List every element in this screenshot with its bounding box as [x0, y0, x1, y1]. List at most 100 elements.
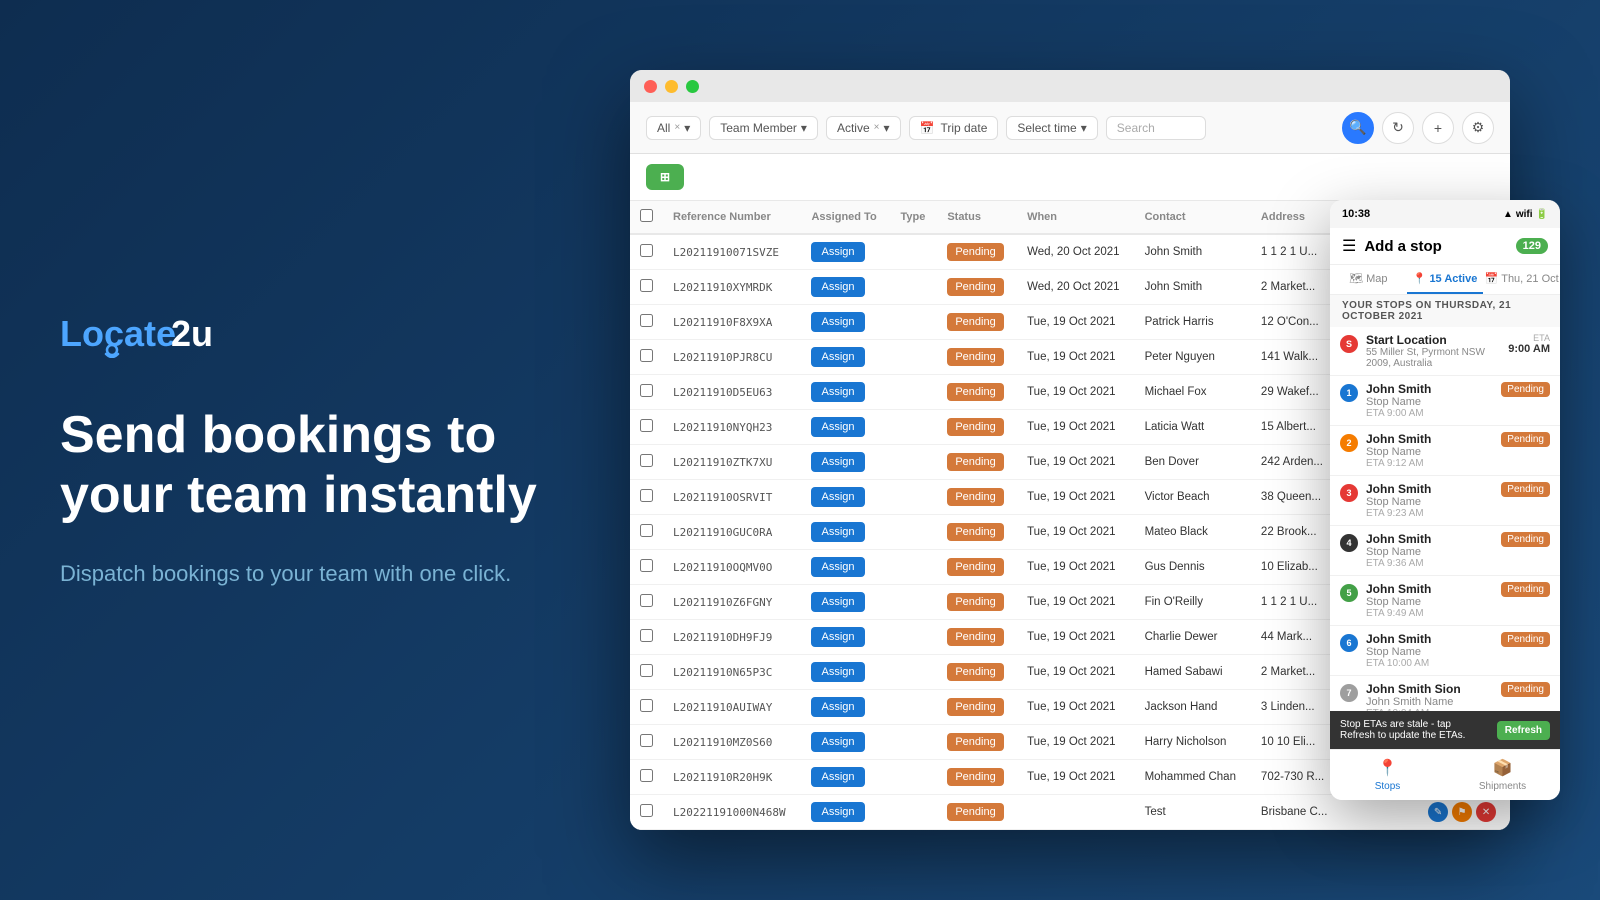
add-icon-btn[interactable]: +	[1422, 112, 1454, 144]
flag-icon[interactable]: ⚑	[1452, 802, 1472, 822]
assign-button[interactable]: Assign	[811, 522, 864, 542]
type-cell	[890, 270, 937, 305]
status-badge: Pending	[947, 383, 1003, 401]
assign-button[interactable]: Assign	[811, 767, 864, 787]
search-box[interactable]: Search	[1106, 116, 1206, 140]
assign-button[interactable]: Assign	[811, 557, 864, 577]
filter-active[interactable]: Active × ▾	[826, 116, 901, 140]
filter-team-member[interactable]: Team Member ▾	[709, 116, 818, 140]
settings-icon-btn[interactable]: ⚙	[1462, 112, 1494, 144]
row-checkbox-cell	[630, 515, 663, 550]
refresh-icon-btn[interactable]: ↻	[1382, 112, 1414, 144]
dispatch-button[interactable]: ⊞	[646, 164, 684, 190]
assign-button[interactable]: Assign	[811, 382, 864, 402]
when-cell	[1017, 795, 1134, 830]
stop-status-badge: Pending	[1501, 532, 1550, 547]
assigned-to-cell: Assign	[801, 620, 890, 655]
filter-trip-date[interactable]: 📅 Trip date	[909, 116, 999, 140]
assign-button[interactable]: Assign	[811, 627, 864, 647]
assign-button[interactable]: Assign	[811, 277, 864, 297]
row-checkbox[interactable]	[640, 419, 653, 432]
tab-date[interactable]: 📅 Thu, 21 Oct	[1483, 265, 1560, 294]
row-checkbox[interactable]	[640, 314, 653, 327]
type-cell	[890, 375, 937, 410]
nav-stops[interactable]: 📍 Stops	[1330, 750, 1445, 800]
stop-contact-name: John Smith	[1366, 582, 1493, 596]
map-icon: 🗺	[1349, 273, 1363, 285]
filter-all-label: All	[657, 121, 670, 135]
status-badge: Pending	[947, 733, 1003, 751]
assign-button[interactable]: Assign	[811, 452, 864, 472]
status-cell: Pending	[937, 585, 1017, 620]
assign-button[interactable]: Assign	[811, 312, 864, 332]
calendar-icon: 📅	[920, 121, 935, 135]
hamburger-icon[interactable]: ☰	[1342, 236, 1356, 256]
stop-info: John Smith Stop Name ETA 9:12 AM	[1366, 432, 1493, 469]
when-cell: Tue, 19 Oct 2021	[1017, 620, 1134, 655]
browser-close-dot[interactable]	[644, 80, 657, 93]
filter-all[interactable]: All × ▾	[646, 116, 701, 140]
browser-maximize-dot[interactable]	[686, 80, 699, 93]
nav-stops-label: Stops	[1375, 781, 1401, 792]
assign-button[interactable]: Assign	[811, 662, 864, 682]
select-all-checkbox[interactable]	[640, 209, 653, 222]
status-cell: Pending	[937, 375, 1017, 410]
stop-dot: 7	[1340, 684, 1358, 702]
row-checkbox[interactable]	[640, 454, 653, 467]
start-loc-right: ETA 9:00 AM	[1508, 333, 1550, 355]
row-checkbox[interactable]	[640, 524, 653, 537]
status-badge: Pending	[947, 768, 1003, 786]
assign-button[interactable]: Assign	[811, 592, 864, 612]
row-checkbox[interactable]	[640, 594, 653, 607]
row-checkbox[interactable]	[640, 734, 653, 747]
assign-button[interactable]: Assign	[811, 417, 864, 437]
assign-button[interactable]: Assign	[811, 802, 864, 822]
row-checkbox[interactable]	[640, 489, 653, 502]
row-checkbox[interactable]	[640, 629, 653, 642]
row-checkbox[interactable]	[640, 559, 653, 572]
row-checkbox-cell	[630, 830, 663, 831]
shipments-nav-icon: 📦	[1493, 758, 1513, 778]
filter-select-time[interactable]: Select time ▾	[1006, 116, 1097, 140]
row-checkbox[interactable]	[640, 244, 653, 257]
assigned-to-cell: Assign	[801, 480, 890, 515]
row-checkbox[interactable]	[640, 769, 653, 782]
row-checkbox[interactable]	[640, 699, 653, 712]
stop-eta-label: ETA 9:49 AM	[1366, 608, 1493, 619]
filter-active-close[interactable]: ×	[874, 122, 880, 133]
stop-contact-name: John Smith	[1366, 482, 1493, 496]
status-cell: Pending	[937, 234, 1017, 270]
ref-number-cell: L20211910ZTK7XU	[663, 445, 801, 480]
toast-refresh-button[interactable]: Refresh	[1497, 721, 1550, 740]
row-checkbox[interactable]	[640, 384, 653, 397]
row-checkbox-cell	[630, 270, 663, 305]
row-checkbox-cell	[630, 445, 663, 480]
row-checkbox[interactable]	[640, 804, 653, 817]
row-checkbox[interactable]	[640, 349, 653, 362]
start-loc-address: 55 Miller St, Pyrmont NSW 2009, Australi…	[1366, 347, 1500, 369]
row-checkbox-cell	[630, 550, 663, 585]
row-checkbox[interactable]	[640, 279, 653, 292]
tab-map[interactable]: 🗺 Map	[1330, 265, 1407, 294]
wifi-icon: wifi	[1516, 209, 1533, 220]
when-cell: Tue, 19 Oct 2021	[1017, 690, 1134, 725]
assign-button[interactable]: Assign	[811, 487, 864, 507]
assign-button[interactable]: Assign	[811, 242, 864, 262]
svg-text:2u: 2u	[171, 313, 213, 354]
assign-button[interactable]: Assign	[811, 347, 864, 367]
row-checkbox[interactable]	[640, 664, 653, 677]
tab-active[interactable]: 📍 15 Active	[1407, 265, 1484, 294]
filter-all-close[interactable]: ×	[674, 122, 680, 133]
stop-eta-label: ETA 9:00 AM	[1366, 408, 1493, 419]
ref-number-cell: L20211910R20H9K	[663, 760, 801, 795]
status-badge: Pending	[947, 593, 1003, 611]
edit-icon[interactable]: ✎	[1428, 802, 1448, 822]
nav-shipments[interactable]: 📦 Shipments	[1445, 750, 1560, 800]
search-icon-btn[interactable]: 🔍	[1342, 112, 1374, 144]
assign-button[interactable]: Assign	[811, 732, 864, 752]
type-cell	[890, 234, 937, 270]
stop-dot: 5	[1340, 584, 1358, 602]
assign-button[interactable]: Assign	[811, 697, 864, 717]
browser-minimize-dot[interactable]	[665, 80, 678, 93]
delete-icon[interactable]: ✕	[1476, 802, 1496, 822]
